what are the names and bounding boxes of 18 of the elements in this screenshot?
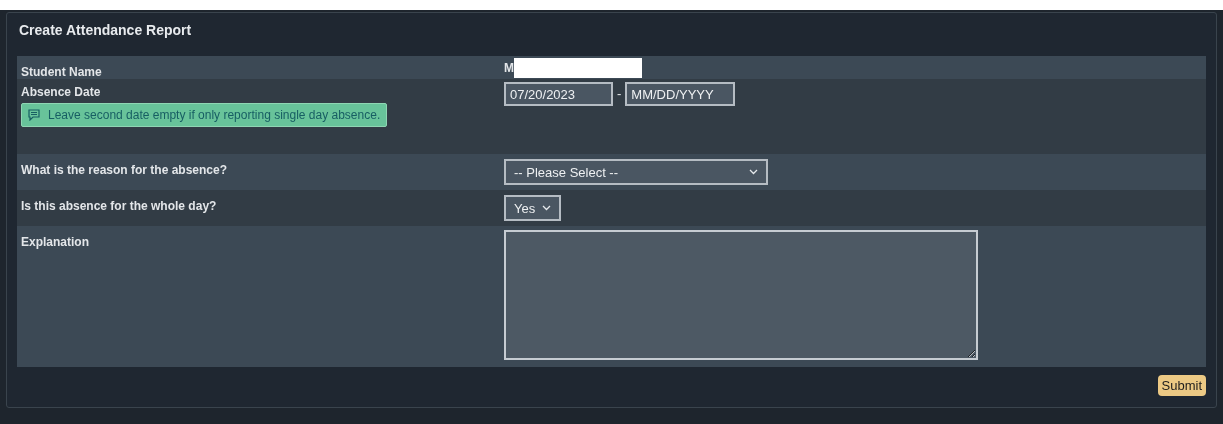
field-label: Student Name — [21, 65, 102, 79]
field-label: What is the reason for the absence? — [21, 163, 228, 177]
explanation-field[interactable] — [504, 230, 978, 360]
dropdown[interactable]: Yes — [504, 195, 561, 221]
hint-message: Leave second date empty if only reporting single day absence. — [21, 103, 388, 127]
chevron-down-icon — [749, 169, 758, 175]
dropdown[interactable]: -- Please Select -- — [504, 159, 768, 185]
panel-title: Create Attendance Report — [18, 20, 193, 40]
chevron-down-icon — [542, 205, 551, 211]
field-label: Is this absence for the whole day? — [21, 199, 217, 213]
date-separator: - — [617, 86, 622, 101]
field-label: Explanation — [21, 235, 89, 249]
student-name: M — [504, 60, 514, 75]
start-date-field[interactable]: 07/20/2023 — [504, 82, 613, 106]
end-date-field[interactable]: MM/DD/YYYY — [625, 82, 736, 106]
submit-button[interactable]: Submit — [1157, 375, 1206, 396]
field-label: Absence Date — [21, 85, 102, 99]
comment-icon — [28, 109, 40, 121]
